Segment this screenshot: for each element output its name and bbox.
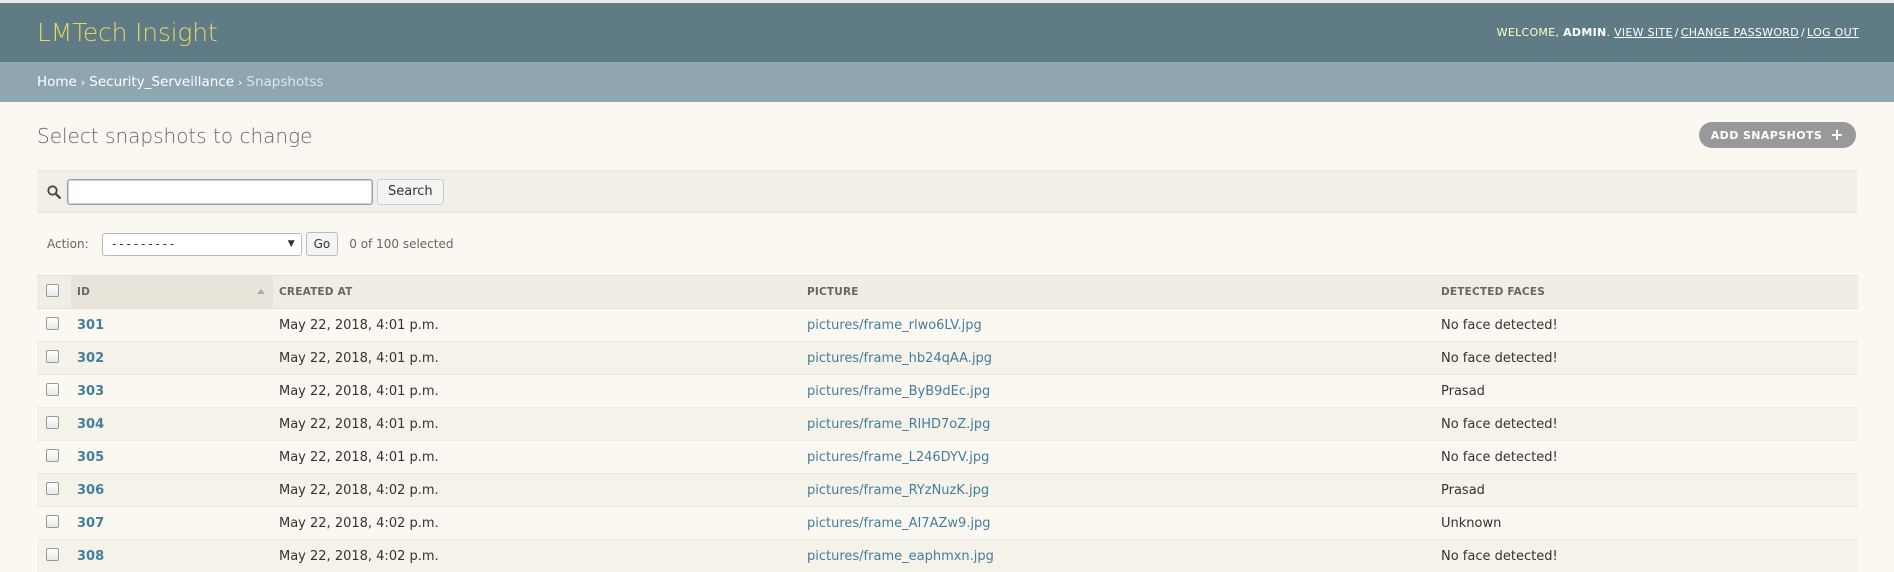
row-detected-faces: No face detected! [1435,539,1858,572]
table-row: 302 May 22, 2018, 4:01 p.m. pictures/fra… [37,341,1858,375]
search-icon [47,184,61,199]
dropdown-arrow-icon: ▼ [287,239,295,249]
row-detected-faces: No face detected! [1435,341,1858,375]
results-table: ID Created at Picture Detected faces 301… [37,275,1858,572]
row-picture-link[interactable]: pictures/frame_rlwo6LV.jpg [807,318,982,333]
column-header-detected-faces[interactable]: Detected faces [1435,275,1858,309]
action-select[interactable]: --------- ▼ [101,232,302,256]
row-id-link[interactable]: 308 [77,549,104,564]
site-brand[interactable]: LMTech Insight [37,18,218,47]
breadcrumb-app[interactable]: Security_Serveillance [89,74,234,90]
select-all-checkbox[interactable] [46,283,59,297]
selected-count: 0 of 100 selected [349,237,454,251]
title-row: Select snapshots to change Add snapshots… [37,102,1857,170]
action-label: Action: [47,237,89,251]
row-picture-link[interactable]: pictures/frame_AI7AZw9.jpg [807,516,991,531]
username: admin [1563,26,1607,39]
select-all-cell [37,275,71,309]
page-title: Select snapshots to change [37,123,313,148]
row-checkbox[interactable] [46,382,59,396]
row-detected-faces: Unknown [1435,506,1858,540]
row-id-link[interactable]: 304 [77,417,104,432]
table-row: 305 May 22, 2018, 4:01 p.m. pictures/fra… [37,440,1858,474]
breadcrumb-separator: › [80,75,86,89]
view-site-link[interactable]: View site [1614,26,1673,39]
row-picture-link[interactable]: pictures/frame_eaphmxn.jpg [807,549,994,564]
row-created-at: May 22, 2018, 4:01 p.m. [273,407,801,441]
site-header: LMTech Insight Welcome, admin. View site… [0,3,1894,62]
row-detected-faces: Prasad [1435,473,1858,507]
row-picture-link[interactable]: pictures/frame_hb24qAA.jpg [807,351,992,366]
go-button[interactable]: Go [305,232,339,256]
row-created-at: May 22, 2018, 4:01 p.m. [273,341,801,375]
table-row: 304 May 22, 2018, 4:01 p.m. pictures/fra… [37,407,1858,441]
sort-ascending-icon[interactable] [257,289,265,294]
table-row: 308 May 22, 2018, 4:02 p.m. pictures/fra… [37,539,1858,572]
column-header-picture[interactable]: Picture [801,275,1435,309]
add-snapshots-button[interactable]: Add snapshots + [1698,122,1856,148]
row-id-link[interactable]: 302 [77,351,104,366]
table-header-row: ID Created at Picture Detected faces [37,275,1858,309]
row-id-link[interactable]: 303 [77,384,104,399]
row-created-at: May 22, 2018, 4:01 p.m. [273,440,801,474]
row-created-at: May 22, 2018, 4:02 p.m. [273,473,801,507]
row-created-at: May 22, 2018, 4:01 p.m. [273,308,801,342]
row-picture-link[interactable]: pictures/frame_ByB9dEc.jpg [807,384,990,399]
column-header-id[interactable]: ID [71,275,273,309]
row-id-link[interactable]: 306 [77,483,104,498]
row-checkbox[interactable] [46,316,59,330]
row-checkbox[interactable] [46,448,59,462]
row-picture-link[interactable]: pictures/frame_RlHD7oZ.jpg [807,417,990,432]
breadcrumb-current: Snapshotss [246,74,324,90]
table-row: 301 May 22, 2018, 4:01 p.m. pictures/fra… [37,308,1858,342]
table-row: 303 May 22, 2018, 4:01 p.m. pictures/fra… [37,374,1858,408]
row-detected-faces: No face detected! [1435,308,1858,342]
row-picture-link[interactable]: pictures/frame_RYzNuzK.jpg [807,483,989,498]
row-picture-link[interactable]: pictures/frame_L246DYV.jpg [807,450,989,465]
row-id-link[interactable]: 307 [77,516,104,531]
row-detected-faces: No face detected! [1435,407,1858,441]
user-tools: Welcome, admin. View site / Change passwor… [1496,26,1859,39]
column-header-created-at[interactable]: Created at [273,275,801,309]
row-created-at: May 22, 2018, 4:02 p.m. [273,506,801,540]
search-button[interactable]: Search [377,178,444,205]
row-checkbox[interactable] [46,481,59,495]
row-id-link[interactable]: 305 [77,450,104,465]
log-out-link[interactable]: Log out [1807,26,1859,39]
breadcrumb: Home › Security_Serveillance › Snapshots… [0,62,1894,102]
add-button-label: Add snapshots [1710,128,1823,142]
content: Select snapshots to change Add snapshots… [0,102,1894,572]
plus-icon: + [1830,125,1844,144]
row-checkbox[interactable] [46,349,59,363]
breadcrumb-home[interactable]: Home [37,74,77,90]
row-id-link[interactable]: 301 [77,318,104,333]
row-checkbox[interactable] [46,415,59,429]
search-toolbar: Search [37,170,1857,213]
table-row: 307 May 22, 2018, 4:02 p.m. pictures/fra… [37,506,1858,540]
actions-bar: Action: --------- ▼ Go 0 of 100 selected [37,213,1857,275]
action-select-value: --------- [110,237,176,251]
welcome-text: Welcome, [1496,26,1560,39]
row-created-at: May 22, 2018, 4:02 p.m. [273,539,801,572]
breadcrumb-separator: › [238,75,243,89]
table-row: 306 May 22, 2018, 4:02 p.m. pictures/fra… [37,473,1858,507]
row-created-at: May 22, 2018, 4:01 p.m. [273,374,801,408]
row-checkbox[interactable] [46,514,59,528]
search-input[interactable] [67,178,373,205]
row-detected-faces: Prasad [1435,374,1858,408]
row-checkbox[interactable] [46,547,59,561]
change-password-link[interactable]: Change password [1681,26,1799,39]
row-detected-faces: No face detected! [1435,440,1858,474]
